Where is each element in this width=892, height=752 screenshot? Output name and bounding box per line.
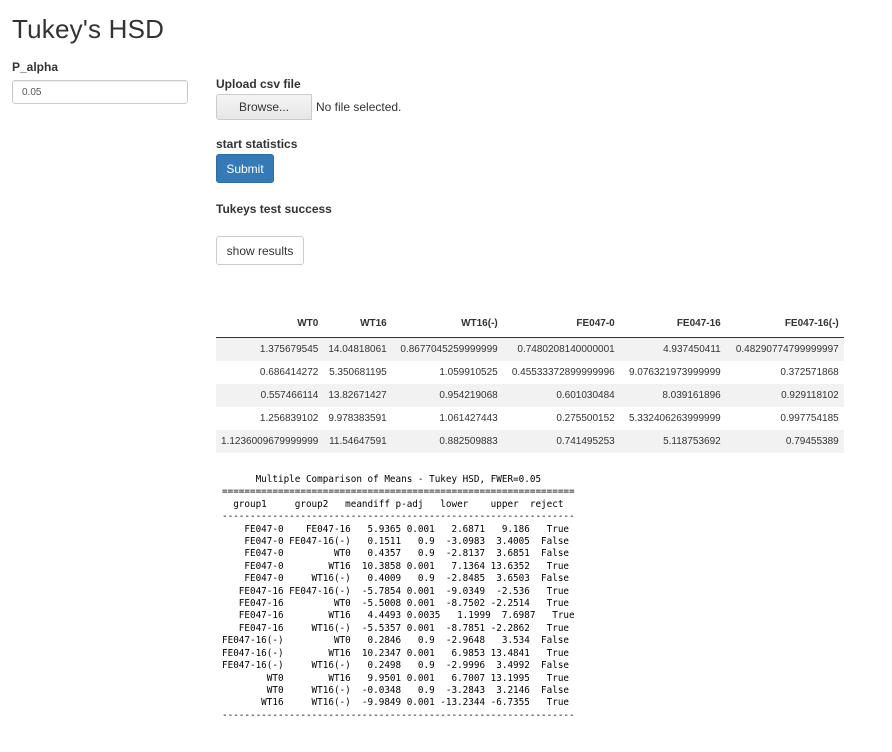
column-header: FE047-16 xyxy=(619,312,726,338)
table-row: 1.256839102 9.978383591 1.061427443 0.27… xyxy=(216,407,844,430)
column-header: FE047-16(-) xyxy=(725,312,844,338)
table-cell: 0.557466114 xyxy=(216,384,324,407)
column-header: WT16 xyxy=(323,312,392,338)
results-table: WT0 WT16 WT16(-) FE047-0 FE047-16 FE047-… xyxy=(216,312,844,453)
table-cell: 0.882509883 xyxy=(391,430,503,453)
upload-label: Upload csv file xyxy=(216,77,301,91)
table-cell: 0.954219068 xyxy=(391,384,503,407)
table-cell: 14.04818061 xyxy=(323,337,392,361)
column-header: WT0 xyxy=(216,312,324,338)
table-cell: 0.45533372899999996 xyxy=(511,367,615,378)
table-cell: 0.79455389 xyxy=(725,430,844,453)
table-cell: 0.372571868 xyxy=(780,367,839,378)
start-statistics-label: start statistics xyxy=(216,137,298,151)
p-alpha-label: P_alpha xyxy=(12,60,59,74)
file-status-text: No file selected. xyxy=(316,100,402,114)
p-alpha-input[interactable] xyxy=(12,80,188,104)
table-cell: 4.937450411 xyxy=(619,337,726,361)
table-cell: 9.978383591 xyxy=(328,413,387,424)
table-cell: 1.375679545 xyxy=(216,337,324,361)
table-cell: 5.118753692 xyxy=(619,430,726,453)
submit-button[interactable]: Submit xyxy=(216,154,274,183)
table-cell: 0.48290774799999997 xyxy=(725,337,844,361)
table-cell: 0.601030484 xyxy=(502,384,620,407)
table-cell: 0.929118102 xyxy=(725,384,844,407)
table-cell: 1.059910525 xyxy=(439,367,498,378)
table-cell: 0.7480208140000001 xyxy=(502,337,620,361)
browse-button[interactable]: Browse... xyxy=(216,94,312,120)
table-cell: 8.039161896 xyxy=(619,384,726,407)
table-cell: 0.741495253 xyxy=(502,430,620,453)
column-header: FE047-0 xyxy=(502,312,620,338)
table-cell: 0.8677045259999999 xyxy=(391,337,503,361)
table-cell: 9.076321973999999 xyxy=(628,367,721,378)
table-cell: 11.54647591 xyxy=(323,430,392,453)
table-cell: 0.686414272 xyxy=(259,367,319,378)
tukey-summary-output: Multiple Comparison of Means - Tukey HSD… xyxy=(222,474,575,721)
table-cell: 1.256839102 xyxy=(259,413,319,424)
table-row: 0.557466114 13.82671427 0.954219068 0.60… xyxy=(216,384,844,407)
table-cell: 1.061427443 xyxy=(439,413,498,424)
table-cell: 13.82671427 xyxy=(323,384,392,407)
status-message: Tukeys test success xyxy=(216,202,332,216)
table-cell: 0.275500152 xyxy=(556,413,615,424)
table-row: 0.686414272 5.350681195 1.059910525 0.45… xyxy=(216,361,844,384)
table-row: 1.1236009679999999 11.54647591 0.8825098… xyxy=(216,430,844,453)
table-cell: 5.332406263999999 xyxy=(628,413,721,424)
page-title: Tukey's HSD xyxy=(12,14,165,44)
table-cell: 0.997754185 xyxy=(780,413,839,424)
table-cell: 5.350681195 xyxy=(329,367,387,378)
column-header: WT16(-) xyxy=(391,312,503,338)
show-results-button[interactable]: show results xyxy=(216,236,304,265)
table-header-row: WT0 WT16 WT16(-) FE047-0 FE047-16 FE047-… xyxy=(216,312,844,338)
table-row: 1.375679545 14.04818061 0.86770452599999… xyxy=(216,337,844,361)
table-cell: 1.1236009679999999 xyxy=(216,430,324,453)
